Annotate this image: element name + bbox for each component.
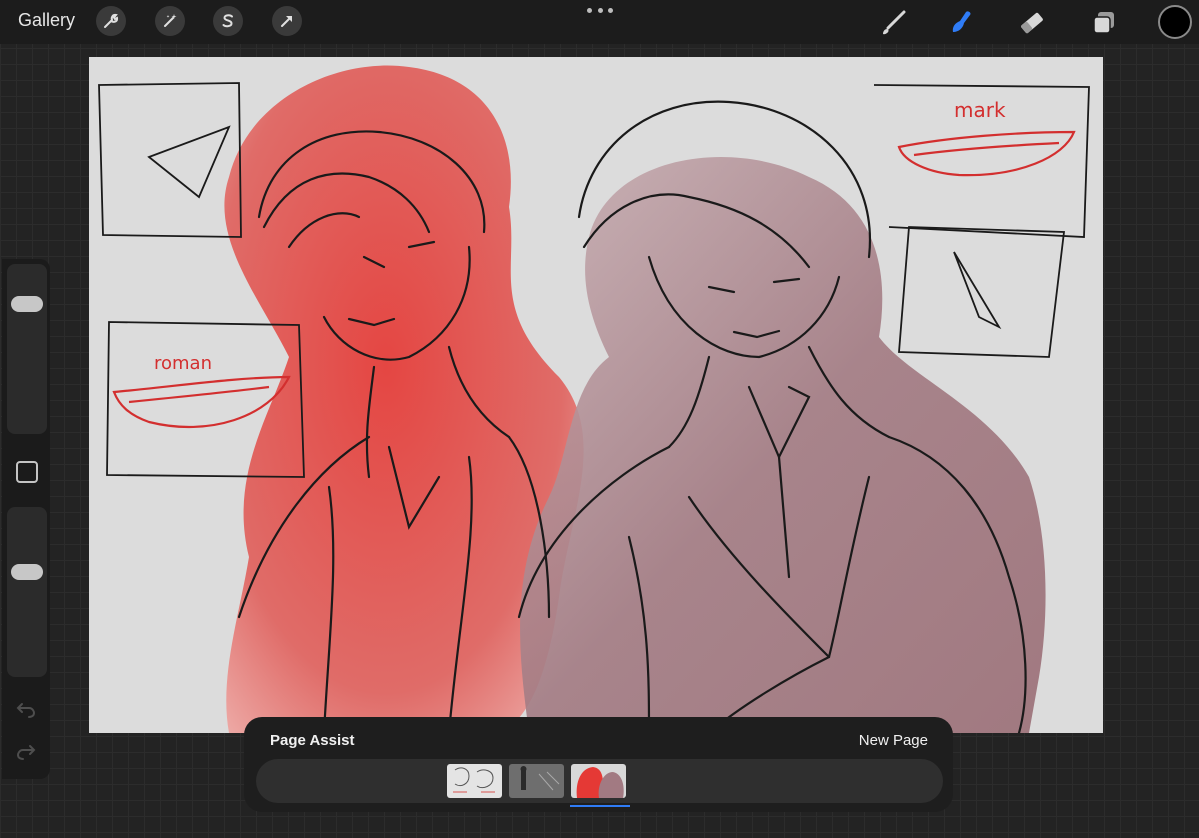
undo-icon[interactable] [15,700,37,725]
magic-wand-icon[interactable] [155,6,185,36]
top-toolbar: Gallery [0,0,1199,44]
artwork: roman mark [98,65,1090,733]
right-sketch-label: mark [954,98,1006,122]
modify-button[interactable] [16,461,38,483]
new-page-button[interactable]: New Page [859,732,928,749]
brush-size-slider[interactable] [7,264,47,434]
right-reference-panels [873,84,1090,358]
page-thumbnail-3[interactable] [571,764,626,798]
color-swatch[interactable] [1158,5,1192,39]
page-assist-title: Page Assist [270,732,355,749]
mauve-figure-wash [520,157,1046,733]
opacity-thumb[interactable] [11,564,43,580]
left-sketch-label: roman [154,353,212,374]
layers-icon[interactable] [1087,6,1121,40]
page-assist-panel: Page Assist New Page [244,717,953,812]
brush-icon[interactable] [876,6,910,40]
selected-page-indicator [570,805,630,807]
right-mouth-study [897,130,1076,177]
brush-size-thumb[interactable] [11,296,43,312]
selection-s-icon[interactable] [213,6,243,36]
page-thumbnail-strip [256,759,943,807]
wrench-icon[interactable] [96,6,126,36]
page-thumbnail-1[interactable] [447,764,502,798]
eraser-icon[interactable] [1015,6,1049,40]
page-thumbnail-2[interactable] [509,764,564,798]
redo-icon[interactable] [15,742,37,767]
gallery-button[interactable]: Gallery [18,10,75,31]
left-sidebar [2,259,50,779]
transform-arrow-icon[interactable] [272,6,302,36]
opacity-slider[interactable] [7,507,47,677]
smudge-icon[interactable] [945,6,979,40]
left-mouth-study [112,375,291,429]
drawing-canvas[interactable]: roman mark [89,57,1103,733]
more-options-icon[interactable] [587,3,613,17]
